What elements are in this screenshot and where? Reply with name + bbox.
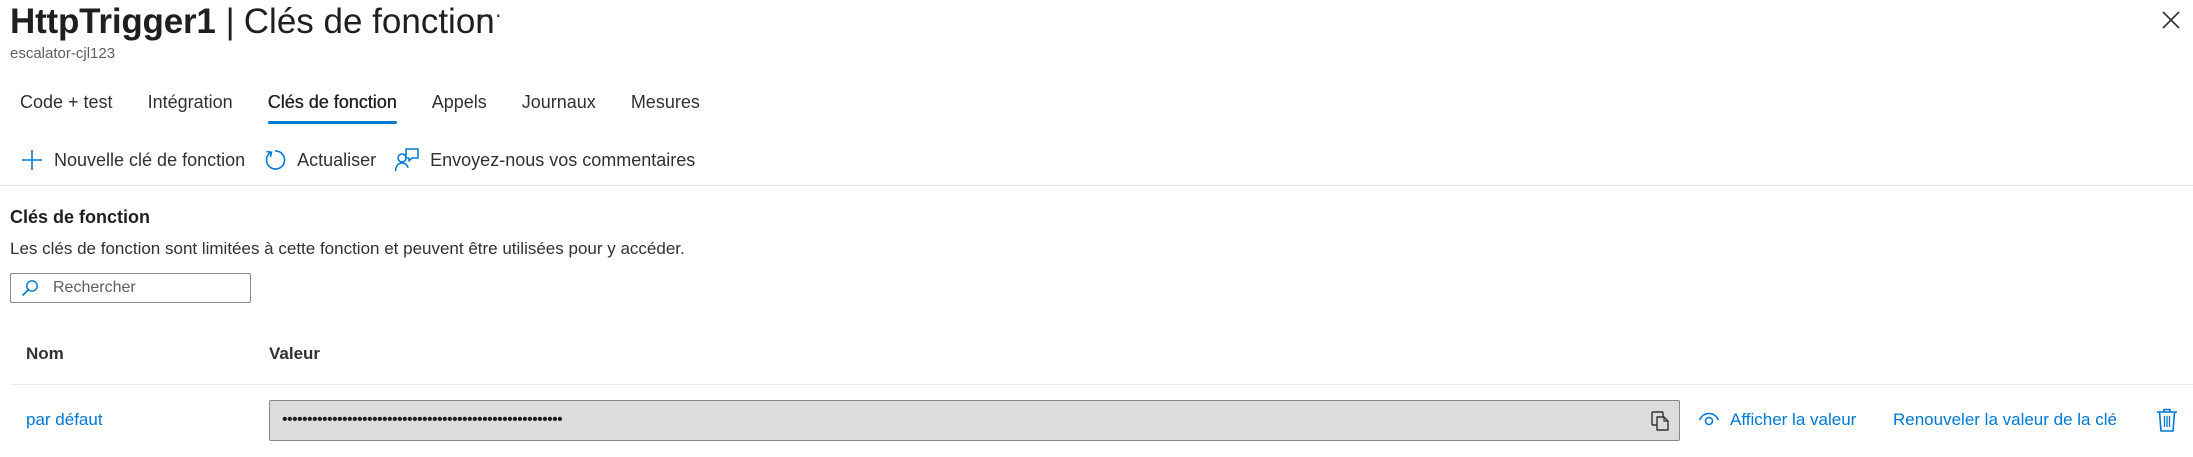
title-separator: |: [225, 2, 235, 41]
eye-icon: [1698, 412, 1720, 426]
tab-integration[interactable]: Intégration: [148, 88, 233, 126]
tab-logs[interactable]: Journaux: [522, 88, 596, 126]
new-function-key-button[interactable]: Nouvelle clé de fonction: [20, 148, 245, 172]
refresh-icon: [265, 150, 286, 170]
key-name-link[interactable]: par défaut: [26, 410, 103, 430]
column-header-name: Nom: [26, 344, 64, 363]
refresh-label: Actualiser: [297, 149, 377, 170]
page-header: HttpTrigger1 | Clés de fonction: [10, 2, 495, 42]
close-icon[interactable]: [2157, 6, 2185, 34]
show-value-label: Afficher la valeur: [1730, 410, 1857, 429]
tab-invocations[interactable]: Appels: [432, 88, 487, 126]
more-options-button[interactable]: ···: [478, 2, 503, 28]
key-value-field: ••••••••••••••••••••••••••••••••••••••••…: [269, 400, 1680, 441]
search-box: [10, 273, 251, 303]
section-description: Les clés de fonction sont limitées à cet…: [10, 239, 685, 258]
feedback-icon: [394, 148, 419, 172]
copy-icon[interactable]: [1649, 410, 1671, 432]
column-header-value: Valeur: [269, 344, 321, 363]
section-title: Clés de fonction: [10, 207, 151, 227]
tab-function-keys[interactable]: Clés de fonction: [267, 88, 397, 126]
search-icon: [21, 280, 38, 297]
command-bar: Nouvelle clé de fonction Actualiser Envo…: [20, 147, 713, 173]
search-input[interactable]: [53, 279, 233, 297]
new-function-key-label: Nouvelle clé de fonction: [54, 149, 246, 170]
trash-icon[interactable]: [2155, 407, 2179, 433]
renew-key-button[interactable]: Renouveler la valeur de la clé: [1893, 410, 2117, 430]
tab-bar: Code + test Intégration Clés de fonction…: [20, 88, 735, 126]
show-value-button[interactable]: Afficher la valeur: [1698, 410, 1856, 430]
resource-name: escalator-cjl123: [10, 45, 116, 62]
row-divider: [10, 384, 2193, 385]
refresh-button[interactable]: Actualiser: [263, 148, 376, 172]
divider: [0, 185, 2193, 186]
feedback-label: Envoyez-nous vos commentaires: [430, 149, 696, 170]
page-subtitle: Clés de fonction: [243, 2, 495, 41]
key-value-masked: ••••••••••••••••••••••••••••••••••••••••…: [282, 411, 563, 428]
tab-code-test[interactable]: Code + test: [20, 88, 113, 126]
page-title: HttpTrigger1: [10, 2, 216, 41]
tab-metrics[interactable]: Mesures: [631, 88, 700, 126]
plus-icon: [22, 150, 42, 170]
feedback-button[interactable]: Envoyez-nous vos commentaires: [394, 147, 695, 173]
